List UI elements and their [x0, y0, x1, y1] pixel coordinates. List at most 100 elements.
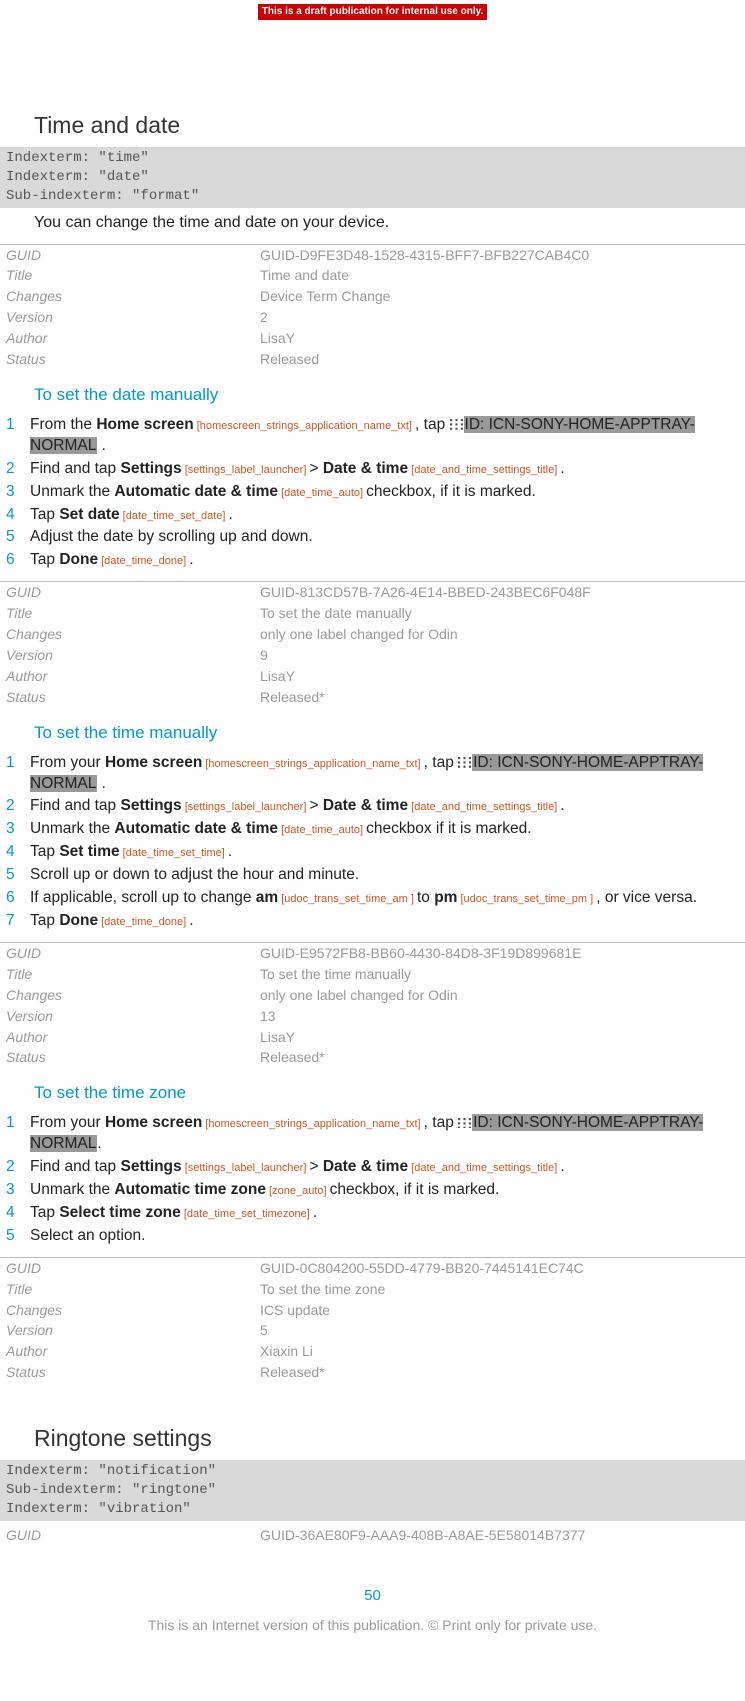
indexterm-block: Indexterm: "notification" Sub-indexterm:…	[0, 1460, 745, 1521]
meta-label: Author	[0, 1027, 260, 1048]
meta-label: Title	[0, 1279, 260, 1300]
meta-label: Changes	[0, 1300, 260, 1321]
step-body: Tap Select time zone [date_time_set_time…	[30, 1203, 725, 1224]
meta-label: Author	[0, 666, 260, 687]
meta-value: GUID-0C804200-55DD-4779-BB20-7445141EC74…	[260, 1258, 745, 1279]
meta-label: Title	[0, 603, 260, 624]
indexterm-block: Indexterm: "time" Indexterm: "date" Sub-…	[0, 147, 745, 208]
meta-label: GUID	[0, 582, 260, 603]
meta-value: GUID-E9572FB8-BB60-4430-84D8-3F19D899681…	[260, 943, 745, 964]
meta-value: 9	[260, 645, 745, 666]
meta-value: Released*	[260, 1047, 745, 1068]
meta-label: Version	[0, 1320, 260, 1341]
meta-table: GUIDGUID-D9FE3D48-1528-4315-BFF7-BFB227C…	[0, 244, 745, 370]
apptray-icon	[450, 419, 463, 430]
step-body: If applicable, scroll up to change am [u…	[30, 888, 725, 909]
meta-label: Version	[0, 645, 260, 666]
steps-list: 1From your Home screen [homescreen_strin…	[0, 753, 725, 932]
step-body: Scroll up or down to adjust the hour and…	[30, 865, 725, 886]
meta-label: Status	[0, 349, 260, 370]
step-body: Tap Set time [date_time_set_time] .	[30, 842, 725, 863]
steps-list: 1From your Home screen [homescreen_strin…	[0, 1113, 725, 1247]
step-number: 4	[0, 505, 30, 526]
step-number: 4	[0, 842, 30, 863]
meta-value: only one label changed for Odin	[260, 624, 745, 645]
meta-label: Title	[0, 265, 260, 286]
meta-value: Xiaxin Li	[260, 1341, 745, 1362]
meta-label: GUID	[0, 1525, 260, 1546]
meta-value: Released*	[260, 687, 745, 708]
meta-label: Changes	[0, 286, 260, 307]
step-body: From the Home screen [homescreen_strings…	[30, 415, 725, 457]
step-body: Adjust the date by scrolling up and down…	[30, 527, 725, 548]
step-body: Select an option.	[30, 1226, 725, 1247]
step-number: 1	[0, 753, 30, 795]
meta-value: Released	[260, 349, 745, 370]
step-body: Find and tap Settings [settings_label_la…	[30, 796, 725, 817]
page-content: Time and date Indexterm: "time" Indexter…	[0, 110, 745, 1665]
step-number: 3	[0, 819, 30, 840]
meta-value: LisaY	[260, 666, 745, 687]
step-body: Find and tap Settings [settings_label_la…	[30, 459, 725, 480]
meta-value: LisaY	[260, 328, 745, 349]
meta-table: GUIDGUID-36AE80F9-AAA9-408B-A8AE-5E58014…	[0, 1525, 745, 1546]
meta-value: Time and date	[260, 265, 745, 286]
page-number: 50	[0, 1586, 745, 1606]
meta-table: GUIDGUID-E9572FB8-BB60-4430-84D8-3F19D89…	[0, 942, 745, 1068]
meta-value: 13	[260, 1006, 745, 1027]
task-title: To set the date manually	[34, 384, 745, 407]
meta-value: To set the date manually	[260, 603, 745, 624]
meta-label: Title	[0, 964, 260, 985]
apptray-icon	[458, 1118, 471, 1129]
step-body: Find and tap Settings [settings_label_la…	[30, 1157, 725, 1178]
meta-label: GUID	[0, 245, 260, 266]
meta-value: ICS update	[260, 1300, 745, 1321]
meta-label: GUID	[0, 943, 260, 964]
step-number: 6	[0, 550, 30, 571]
footer-text: This is an Internet version of this publ…	[0, 1616, 745, 1635]
section-title-ringtone: Ringtone settings	[34, 1423, 745, 1454]
task-title: To set the time manually	[34, 722, 745, 745]
meta-label: GUID	[0, 1258, 260, 1279]
step-body: From your Home screen [homescreen_string…	[30, 1113, 725, 1155]
meta-value: Released*	[260, 1362, 745, 1383]
step-body: Unmark the Automatic date & time [date_t…	[30, 482, 725, 503]
meta-value: GUID-36AE80F9-AAA9-408B-A8AE-5E58014B737…	[260, 1525, 745, 1546]
meta-table: GUIDGUID-0C804200-55DD-4779-BB20-7445141…	[0, 1257, 745, 1383]
step-number: 5	[0, 1226, 30, 1247]
step-body: Unmark the Automatic date & time [date_t…	[30, 819, 725, 840]
meta-value: To set the time zone	[260, 1279, 745, 1300]
meta-value: only one label changed for Odin	[260, 985, 745, 1006]
step-number: 5	[0, 865, 30, 886]
step-number: 2	[0, 1157, 30, 1178]
step-number: 1	[0, 415, 30, 457]
meta-value: 2	[260, 307, 745, 328]
step-number: 3	[0, 1180, 30, 1201]
apptray-icon	[458, 757, 471, 768]
meta-label: Status	[0, 687, 260, 708]
meta-label: Author	[0, 1341, 260, 1362]
meta-table: GUIDGUID-813CD57B-7A26-4E14-BBED-243BEC6…	[0, 581, 745, 707]
meta-label: Status	[0, 1362, 260, 1383]
intro-text: You can change the time and date on your…	[34, 212, 745, 234]
meta-value: Device Term Change	[260, 286, 745, 307]
step-number: 5	[0, 527, 30, 548]
step-number: 4	[0, 1203, 30, 1224]
step-body: Tap Set date [date_time_set_date] .	[30, 505, 725, 526]
step-body: From your Home screen [homescreen_string…	[30, 753, 725, 795]
meta-value: GUID-D9FE3D48-1528-4315-BFF7-BFB227CAB4C…	[260, 245, 745, 266]
draft-banner: This is a draft publication for internal…	[258, 4, 488, 20]
step-body: Unmark the Automatic time zone [zone_aut…	[30, 1180, 725, 1201]
step-number: 1	[0, 1113, 30, 1155]
step-body: Tap Done [date_time_done] .	[30, 911, 725, 932]
meta-value: GUID-813CD57B-7A26-4E14-BBED-243BEC6F048…	[260, 582, 745, 603]
meta-label: Status	[0, 1047, 260, 1068]
meta-value: To set the time manually	[260, 964, 745, 985]
meta-label: Author	[0, 328, 260, 349]
step-number: 6	[0, 888, 30, 909]
step-number: 2	[0, 796, 30, 817]
meta-label: Version	[0, 1006, 260, 1027]
step-body: Tap Done [date_time_done] .	[30, 550, 725, 571]
task-title: To set the time zone	[34, 1082, 745, 1105]
meta-label: Changes	[0, 624, 260, 645]
